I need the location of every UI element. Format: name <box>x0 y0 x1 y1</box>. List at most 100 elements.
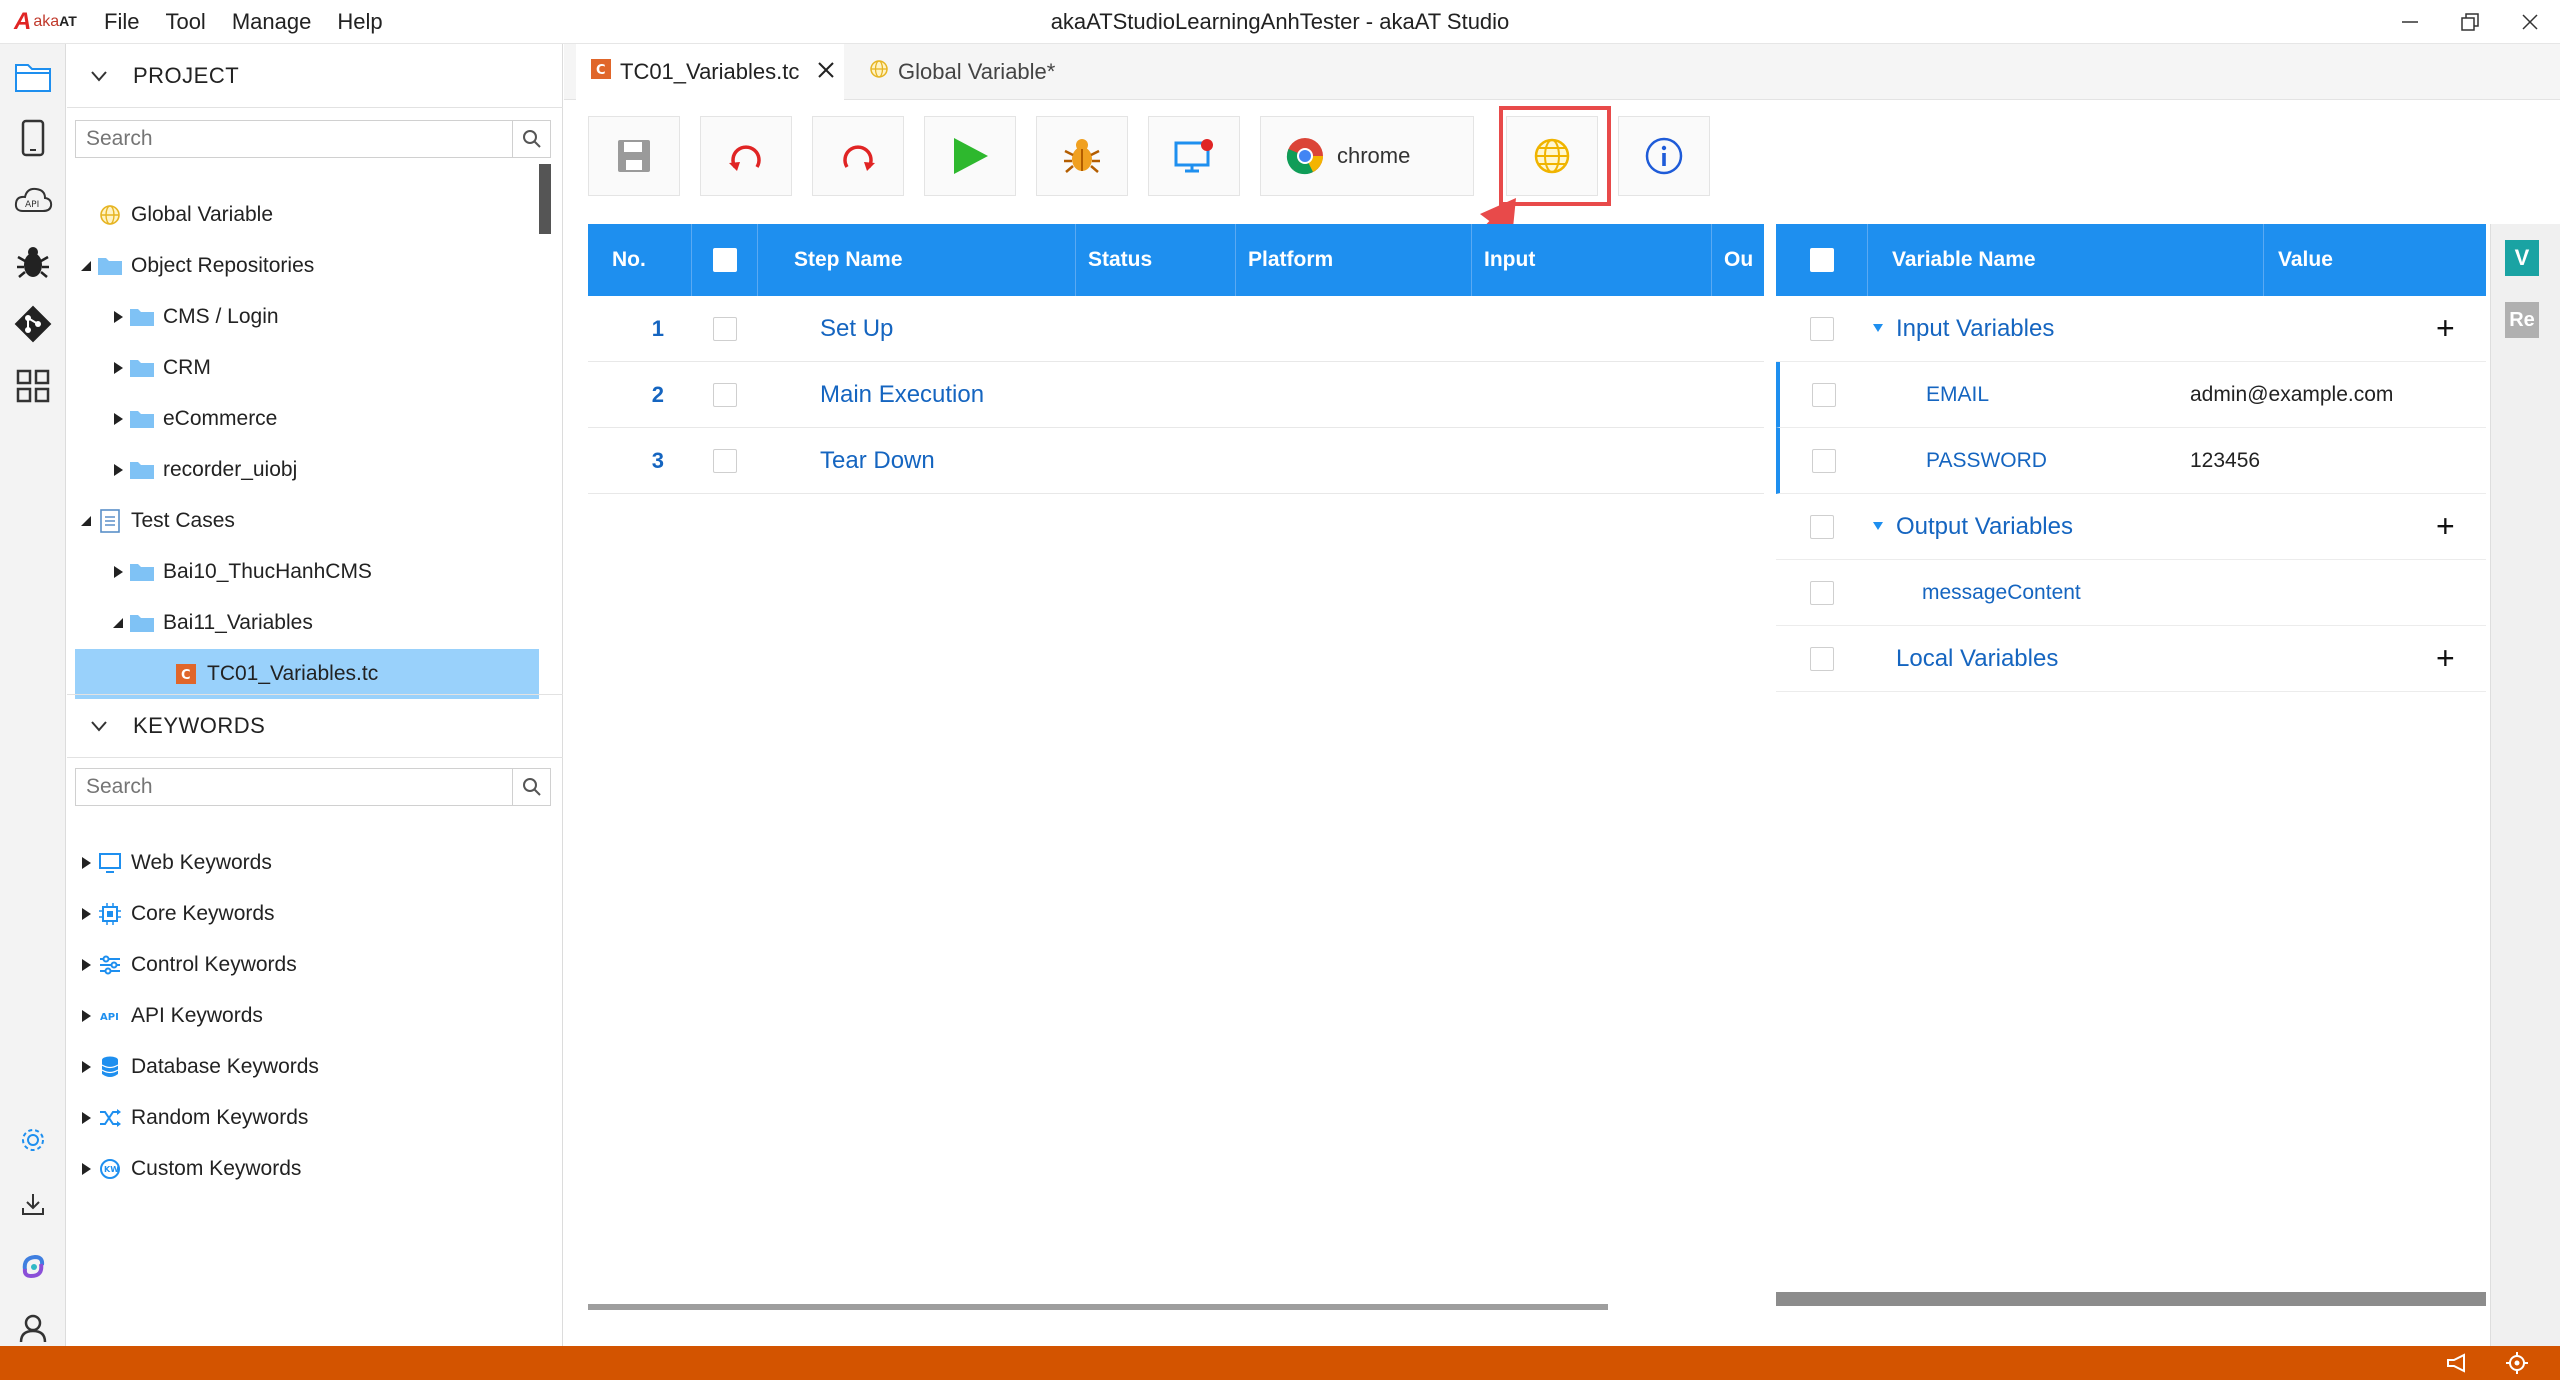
menu-help[interactable]: Help <box>337 9 382 35</box>
menu-tool[interactable]: Tool <box>165 9 205 35</box>
keyword-group-control[interactable]: Control Keywords <box>75 940 539 990</box>
tree-item-tc01-variables[interactable]: C TC01_Variables.tc <box>75 649 539 699</box>
add-output-variable-button[interactable]: + <box>2436 508 2455 545</box>
info-button[interactable] <box>1618 116 1710 196</box>
collapsed-arrow-icon[interactable] <box>107 361 129 375</box>
keywords-search-input[interactable] <box>76 769 512 805</box>
col-value[interactable]: Value <box>2264 224 2486 296</box>
expanded-arrow-icon[interactable] <box>75 515 97 527</box>
project-search-input[interactable] <box>76 121 512 157</box>
remote-run-button[interactable] <box>1148 116 1240 196</box>
git-button[interactable] <box>11 302 55 346</box>
variable-value[interactable]: admin@example.com <box>2190 383 2393 407</box>
group-checkbox[interactable] <box>1810 514 1834 539</box>
caret-down-icon[interactable] <box>1872 320 1884 338</box>
keywords-section-header[interactable]: KEYWORDS <box>67 694 563 758</box>
keyword-group-api[interactable]: API API Keywords <box>75 991 539 1041</box>
collapsed-arrow-icon[interactable] <box>107 412 129 426</box>
variable-checkbox[interactable] <box>1810 580 1834 605</box>
table-row[interactable]: 3 Tear Down <box>588 428 1764 494</box>
extensions-button[interactable] <box>11 364 55 408</box>
collapsed-arrow-icon[interactable] <box>75 958 97 972</box>
api-button[interactable]: API <box>11 178 55 222</box>
col-variable-name[interactable]: Variable Name <box>1868 224 2264 296</box>
undo-button[interactable] <box>700 116 792 196</box>
tree-item-crm[interactable]: CRM <box>107 343 539 393</box>
tree-item-recorder-uiobj[interactable]: recorder_uiobj <box>107 445 539 495</box>
variable-checkbox[interactable] <box>1812 448 1836 473</box>
tab-tc01-variables[interactable]: C TC01_Variables.tc <box>576 44 844 100</box>
collapsed-arrow-icon[interactable] <box>75 1111 97 1125</box>
collapsed-arrow-icon[interactable] <box>75 1162 97 1176</box>
input-variables-group[interactable]: Input Variables + <box>1776 296 2486 362</box>
tree-item-ecommerce[interactable]: eCommerce <box>107 394 539 444</box>
debug-activity-button[interactable] <box>11 240 55 284</box>
search-icon[interactable] <box>512 769 550 805</box>
tree-item-global-variable[interactable]: Global Variable <box>75 190 539 240</box>
variable-name[interactable]: messageContent <box>1922 581 2081 605</box>
select-all-checkbox[interactable] <box>712 248 737 272</box>
group-checkbox[interactable] <box>1810 316 1834 341</box>
collapsed-arrow-icon[interactable] <box>107 310 129 324</box>
restore-button[interactable] <box>2440 0 2500 44</box>
close-tab-icon[interactable] <box>817 59 835 85</box>
variable-name[interactable]: EMAIL <box>1926 383 1989 407</box>
step-name[interactable]: Set Up <box>820 296 893 362</box>
variable-row[interactable]: EMAIL admin@example.com <box>1776 362 2486 428</box>
step-checkbox[interactable] <box>713 317 737 341</box>
col-status[interactable]: Status <box>1076 224 1236 296</box>
tab-global-variable[interactable]: Global Variable* <box>854 44 1094 100</box>
variable-name[interactable]: PASSWORD <box>1926 449 2047 473</box>
tree-item-bai10[interactable]: Bai10_ThucHanhCMS <box>107 547 539 597</box>
menu-manage[interactable]: Manage <box>232 9 312 35</box>
download-button[interactable] <box>11 1182 55 1226</box>
collapsed-arrow-icon[interactable] <box>75 907 97 921</box>
keyword-group-custom[interactable]: KW Custom Keywords <box>75 1144 539 1194</box>
mobile-button[interactable] <box>11 116 55 160</box>
collapsed-arrow-icon[interactable] <box>75 856 97 870</box>
group-checkbox[interactable] <box>1810 646 1834 671</box>
output-variables-group[interactable]: Output Variables + <box>1776 494 2486 560</box>
select-all-checkbox[interactable] <box>1809 248 1834 272</box>
collapsed-arrow-icon[interactable] <box>75 1009 97 1023</box>
steps-horizontal-scrollbar[interactable] <box>588 1304 1608 1310</box>
col-output[interactable]: Ou <box>1712 224 1764 296</box>
explorer-button[interactable] <box>11 54 55 98</box>
variables-rail-button[interactable]: V <box>2505 240 2539 276</box>
save-button[interactable] <box>588 116 680 196</box>
col-platform[interactable]: Platform <box>1236 224 1472 296</box>
report-rail-button[interactable]: Re <box>2505 302 2539 338</box>
table-row[interactable]: 1 Set Up <box>588 296 1764 362</box>
project-section-header[interactable]: PROJECT <box>67 44 563 108</box>
collapsed-arrow-icon[interactable] <box>107 565 129 579</box>
tree-item-bai11[interactable]: Bai11_Variables <box>107 598 539 648</box>
step-checkbox[interactable] <box>713 383 737 407</box>
local-variables-group[interactable]: Local Variables + <box>1776 626 2486 692</box>
keyword-group-core[interactable]: Core Keywords <box>75 889 539 939</box>
step-name[interactable]: Tear Down <box>820 428 935 494</box>
step-name[interactable]: Main Execution <box>820 362 984 428</box>
collapsed-arrow-icon[interactable] <box>107 463 129 477</box>
announcement-icon[interactable] <box>2444 1350 2470 1376</box>
select-all-steps[interactable] <box>692 224 758 296</box>
account-button[interactable] <box>11 1306 55 1350</box>
close-window-button[interactable] <box>2500 0 2560 44</box>
redo-button[interactable] <box>812 116 904 196</box>
search-icon[interactable] <box>512 121 550 157</box>
browser-select[interactable]: chrome <box>1260 116 1474 196</box>
tree-item-cms-login[interactable]: CMS / Login <box>107 292 539 342</box>
add-input-variable-button[interactable]: + <box>2436 310 2455 347</box>
location-target-icon[interactable] <box>2504 1350 2530 1376</box>
collapsed-arrow-icon[interactable] <box>75 1060 97 1074</box>
keyword-group-database[interactable]: Database Keywords <box>75 1042 539 1092</box>
keyword-group-web[interactable]: Web Keywords <box>75 838 539 888</box>
add-local-variable-button[interactable]: + <box>2436 640 2455 677</box>
variable-value[interactable]: 123456 <box>2190 449 2260 473</box>
expanded-arrow-icon[interactable] <box>75 260 97 272</box>
variables-horizontal-scrollbar[interactable] <box>1776 1292 2486 1306</box>
keyword-group-random[interactable]: Random Keywords <box>75 1093 539 1143</box>
menu-file[interactable]: File <box>104 9 139 35</box>
tree-item-test-cases[interactable]: Test Cases <box>75 496 539 546</box>
brand-button[interactable] <box>11 1244 55 1288</box>
variable-row[interactable]: messageContent <box>1776 560 2486 626</box>
